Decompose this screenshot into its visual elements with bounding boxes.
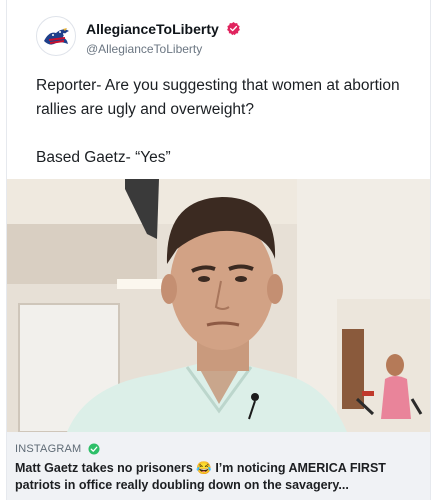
tweet-body: Reporter- Are you suggesting that women … [36, 74, 406, 170]
tweet-header: AllegianceToLiberty @AllegianceToLiberty [36, 16, 416, 56]
eagle-flag-logo-icon [38, 18, 74, 54]
author-info: AllegianceToLiberty @AllegianceToLiberty [86, 20, 241, 56]
photo-illustration [7, 179, 430, 432]
author-display-name[interactable]: AllegianceToLiberty [86, 21, 219, 37]
link-caption[interactable]: Matt Gaetz takes no prisoners 😂 I’m noti… [15, 460, 420, 494]
link-source-label: INSTAGRAM [15, 443, 82, 455]
link-source: INSTAGRAM [15, 443, 100, 455]
check-circle-icon [88, 443, 100, 455]
link-preview[interactable]: INSTAGRAM Matt Gaetz takes no prisoners … [7, 432, 430, 500]
author-handle[interactable]: @AllegianceToLiberty [86, 42, 241, 56]
verified-badge-icon [227, 22, 241, 36]
tweet-text-line-2: Based Gaetz- “Yes” [36, 149, 171, 166]
tweet-text-line-1: Reporter- Are you suggesting that women … [36, 77, 400, 118]
avatar[interactable] [36, 16, 76, 56]
post-card[interactable]: AllegianceToLiberty @AllegianceToLiberty… [6, 0, 431, 500]
post-photo[interactable] [7, 179, 430, 432]
